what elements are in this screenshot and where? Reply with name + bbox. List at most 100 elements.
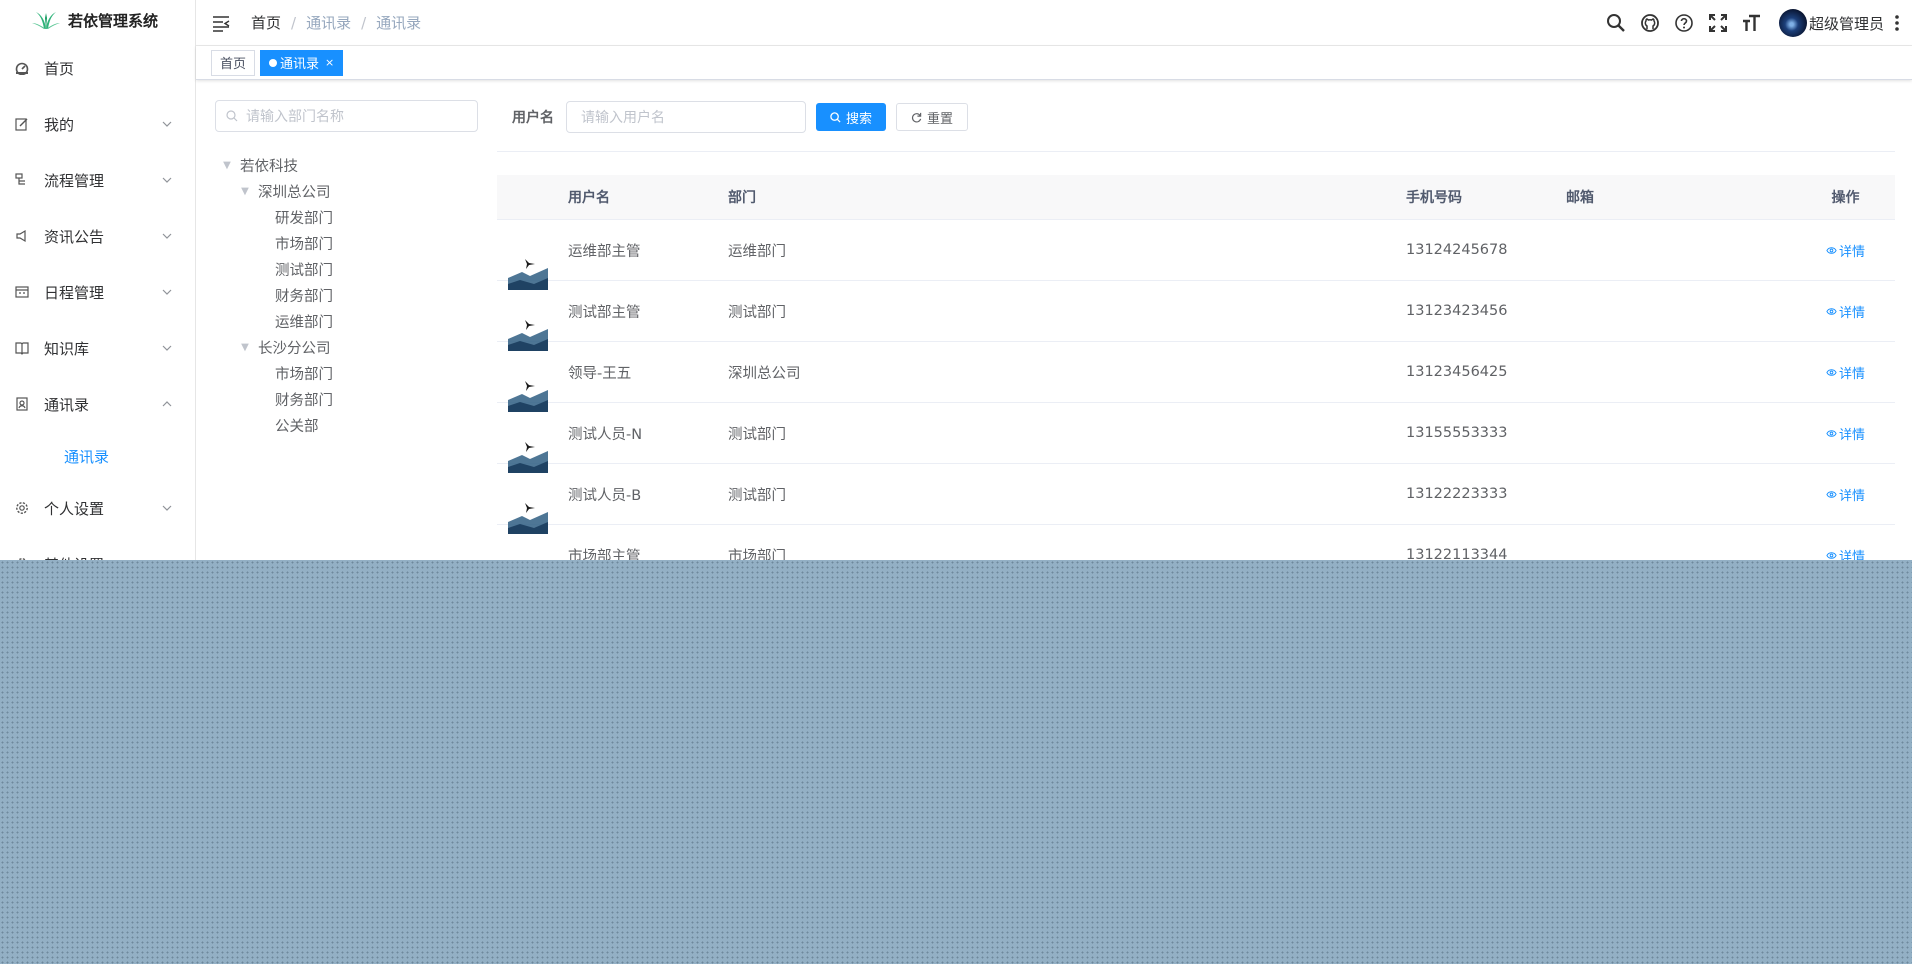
search-button-label: 搜索 bbox=[846, 111, 873, 127]
row-department: 深圳总公司 bbox=[728, 365, 801, 382]
header-username: 用户名 bbox=[568, 190, 610, 206]
row-department: 测试部门 bbox=[728, 487, 786, 504]
department-tree: ▼ 若依科技 ▼ 深圳总公司 研发部门 市场部门 测试部门 财务部门 运维部门 … bbox=[215, 152, 478, 438]
tree-node-branch[interactable]: ▼ 深圳总公司 bbox=[215, 178, 478, 204]
row-username: 测试部主管 bbox=[568, 304, 641, 321]
detail-link-label: 详情 bbox=[1838, 427, 1865, 443]
more-icon[interactable] bbox=[1894, 14, 1900, 32]
tree-node-label: 市场部门 bbox=[275, 366, 333, 383]
right-menu: 超级管理员 bbox=[1605, 0, 1900, 46]
tree-node-label: 长沙分公司 bbox=[258, 340, 331, 357]
tree-node-label: 运维部门 bbox=[275, 314, 333, 331]
sidebar-item-home[interactable]: 首页 bbox=[0, 40, 195, 96]
search-icon[interactable] bbox=[1605, 12, 1627, 34]
tree-node-leaf[interactable]: 研发部门 bbox=[215, 204, 478, 230]
overlay-mask bbox=[0, 560, 1912, 964]
breadcrumb-home[interactable]: 首页 bbox=[251, 12, 281, 33]
eye-icon bbox=[1826, 368, 1837, 376]
reset-button[interactable]: 重置 bbox=[896, 103, 969, 131]
sidebar-item-personal-settings[interactable]: 个人设置 bbox=[0, 480, 195, 536]
row-username: 领导-王五 bbox=[568, 365, 632, 382]
tag-label: 通讯录 bbox=[280, 57, 320, 72]
tree-node-root[interactable]: ▼ 若依科技 bbox=[215, 152, 478, 178]
table-row: 测试人员-B 测试部门 13122223333 详情 bbox=[497, 464, 1895, 534]
megaphone-icon bbox=[14, 228, 30, 244]
github-icon[interactable] bbox=[1639, 12, 1661, 34]
tree-node-label: 市场部门 bbox=[275, 236, 333, 253]
tree-node-leaf[interactable]: 市场部门 bbox=[215, 230, 478, 256]
detail-link[interactable]: 详情 bbox=[1826, 424, 1865, 443]
close-icon[interactable]: × bbox=[325, 56, 334, 69]
search-button[interactable]: 搜索 bbox=[816, 103, 887, 131]
detail-link[interactable]: 详情 bbox=[1826, 485, 1865, 504]
caret-down-icon[interactable]: ▼ bbox=[238, 342, 252, 353]
table-row: 测试人员-N 测试部门 13155553333 详情 bbox=[497, 403, 1895, 473]
caret-down-icon[interactable]: ▼ bbox=[220, 160, 234, 171]
detail-link[interactable]: 详情 bbox=[1826, 241, 1865, 260]
sidebar-item-knowledge[interactable]: 知识库 bbox=[0, 320, 195, 376]
header-email: 邮箱 bbox=[1566, 190, 1594, 206]
row-phone: 13123456425 bbox=[1406, 364, 1508, 380]
logo-icon bbox=[32, 12, 60, 29]
tree-node-leaf[interactable]: 财务部门 bbox=[215, 386, 478, 412]
sidebar-item-label: 日程管理 bbox=[44, 283, 105, 302]
user-name: 超级管理员 bbox=[1808, 14, 1884, 33]
sidebar-item-flow[interactable]: 流程管理 bbox=[0, 152, 195, 208]
sidebar-item-contacts[interactable]: 通讯录 bbox=[0, 376, 195, 432]
row-department: 运维部门 bbox=[728, 243, 786, 260]
chevron-down-icon bbox=[162, 505, 172, 511]
user-menu[interactable]: 超级管理员 bbox=[1778, 9, 1900, 37]
tree-node-label: 研发部门 bbox=[275, 210, 333, 227]
tag-label: 首页 bbox=[220, 57, 247, 72]
row-username: 测试人员-B bbox=[568, 487, 642, 504]
calendar-icon bbox=[14, 284, 30, 300]
sidebar-item-news[interactable]: 资讯公告 bbox=[0, 208, 195, 264]
tree-node-leaf[interactable]: 运维部门 bbox=[215, 308, 478, 334]
sidebar-item-label: 资讯公告 bbox=[44, 227, 105, 246]
row-department: 测试部门 bbox=[728, 304, 786, 321]
table-header: 用户名 部门 手机号码 邮箱 操作 bbox=[497, 175, 1895, 220]
navbar: 首页 / 通讯录 / 通讯录 超级管理员 bbox=[196, 0, 1912, 46]
search-icon bbox=[830, 111, 841, 123]
row-phone: 13123423456 bbox=[1406, 303, 1508, 319]
username-input[interactable]: 请输入用户名 bbox=[566, 101, 806, 133]
sidebar-item-label: 个人设置 bbox=[44, 499, 105, 518]
avatar bbox=[1778, 9, 1807, 37]
header-phone: 手机号码 bbox=[1406, 190, 1462, 206]
hamburger-icon[interactable] bbox=[211, 13, 231, 33]
dept-search-placeholder: 请输入部门名称 bbox=[246, 109, 344, 125]
tag-contacts[interactable]: 通讯录 × bbox=[260, 49, 344, 76]
fullscreen-icon[interactable] bbox=[1707, 12, 1729, 34]
eye-icon bbox=[1826, 551, 1837, 559]
tree-node-leaf[interactable]: 测试部门 bbox=[215, 256, 478, 282]
eye-icon bbox=[1826, 490, 1837, 498]
sidebar-item-label: 知识库 bbox=[44, 339, 90, 358]
detail-link-label: 详情 bbox=[1838, 366, 1865, 382]
caret-down-icon[interactable]: ▼ bbox=[238, 186, 252, 197]
sidebar-item-mine[interactable]: 我的 bbox=[0, 96, 195, 152]
breadcrumb-contacts[interactable]: 通讯录 bbox=[306, 12, 351, 33]
tree-node-label: 深圳总公司 bbox=[258, 184, 331, 201]
gear-icon bbox=[14, 500, 30, 516]
dept-search-input[interactable]: 请输入部门名称 bbox=[215, 100, 478, 132]
tree-node-leaf[interactable]: 公关部 bbox=[215, 412, 478, 438]
sidebar-item-schedule[interactable]: 日程管理 bbox=[0, 264, 195, 320]
detail-link[interactable]: 详情 bbox=[1826, 302, 1865, 321]
chevron-down-icon bbox=[162, 177, 172, 183]
eye-icon bbox=[1826, 429, 1837, 437]
detail-link[interactable]: 详情 bbox=[1826, 363, 1865, 382]
font-size-icon[interactable] bbox=[1741, 12, 1763, 34]
tree-node-leaf[interactable]: 市场部门 bbox=[215, 360, 478, 386]
tree-node-label: 财务部门 bbox=[275, 392, 333, 409]
row-phone: 13124245678 bbox=[1406, 242, 1508, 258]
breadcrumb-separator: / bbox=[291, 13, 297, 32]
tree-node-branch[interactable]: ▼ 长沙分公司 bbox=[215, 334, 478, 360]
help-icon[interactable] bbox=[1673, 12, 1695, 34]
sidebar-item-label: 流程管理 bbox=[44, 171, 105, 190]
detail-link-label: 详情 bbox=[1838, 305, 1865, 321]
logo[interactable]: 若依管理系统 bbox=[0, 0, 195, 40]
tag-home[interactable]: 首页 bbox=[211, 49, 256, 76]
sidebar-subitem-contacts[interactable]: 通讯录 bbox=[0, 432, 195, 480]
detail-link-label: 详情 bbox=[1838, 488, 1865, 504]
tree-node-leaf[interactable]: 财务部门 bbox=[215, 282, 478, 308]
